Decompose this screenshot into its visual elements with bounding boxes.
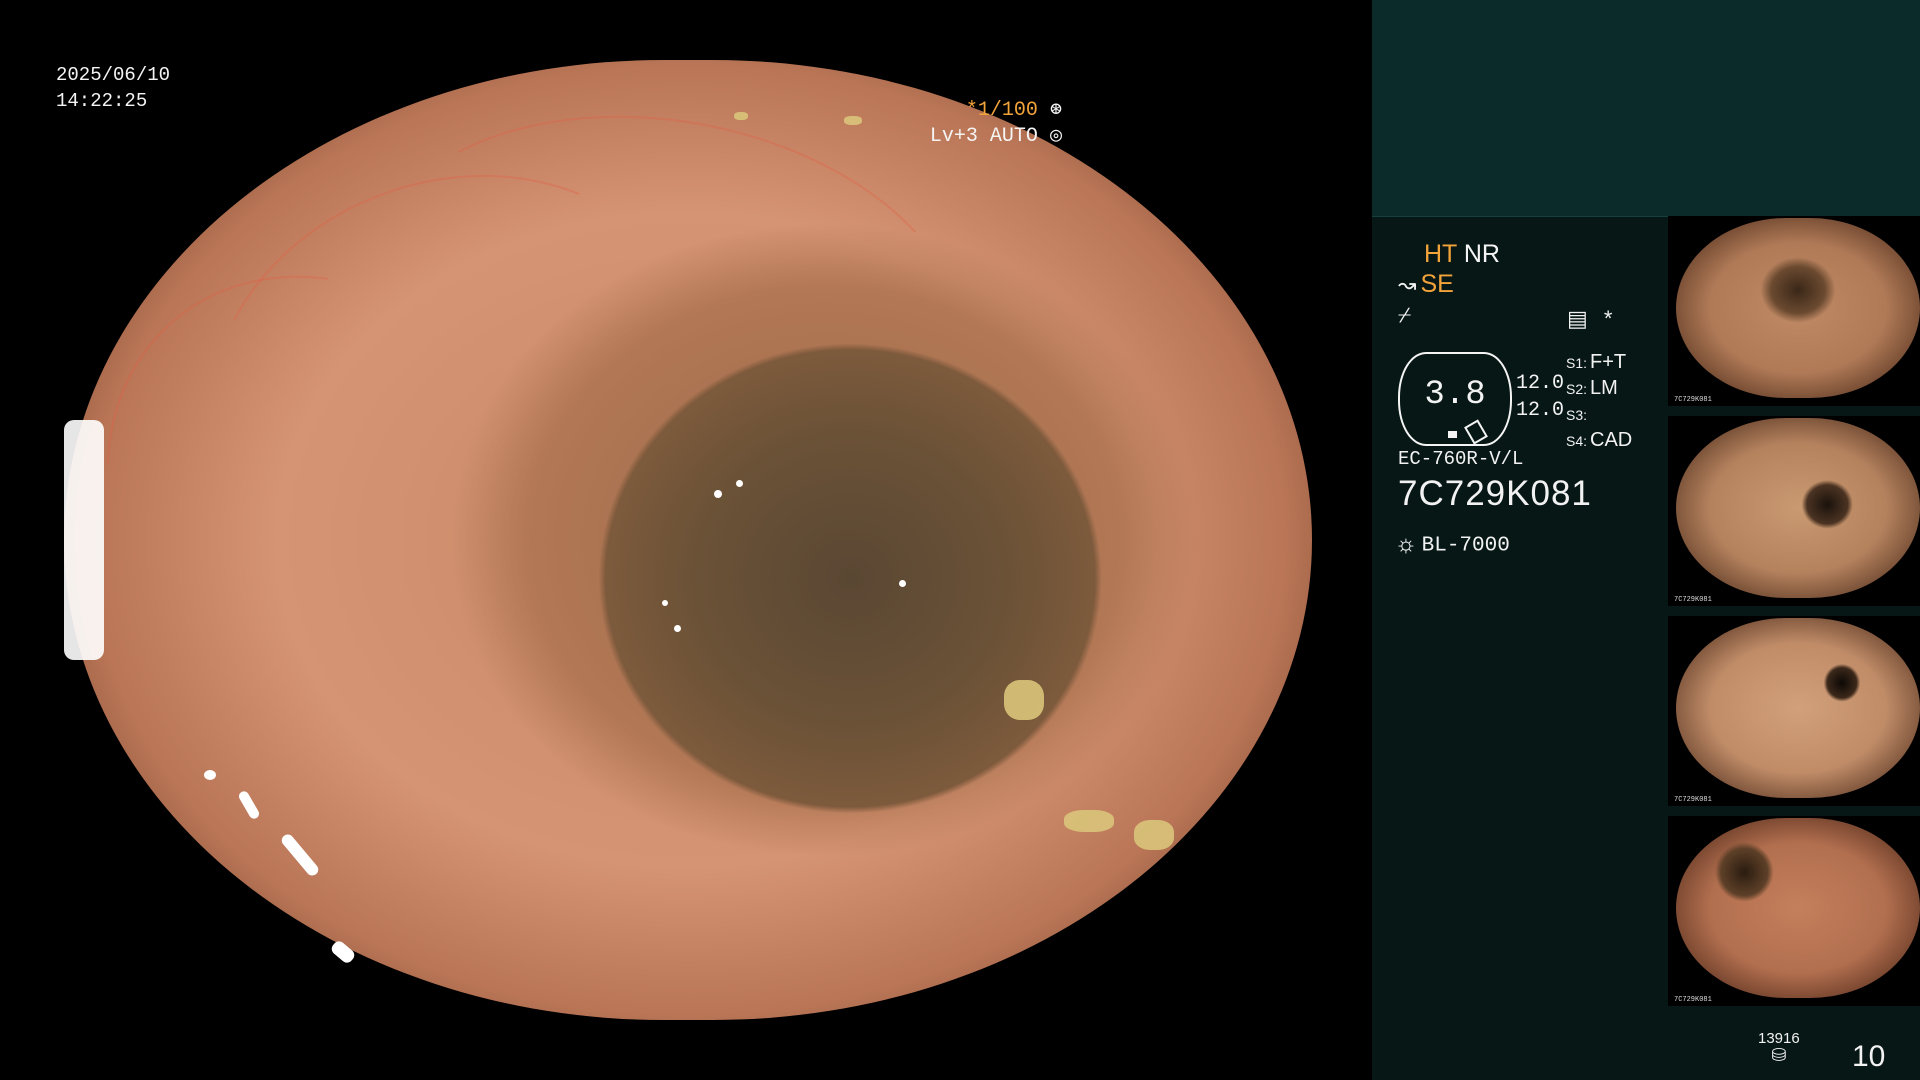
lens-value-2: 12.0 (1516, 399, 1565, 422)
side-panel: HT NR ↝ SE ⌿ ▤ * 3.8 12.0 12.0 S1: F+T S2:… (1372, 0, 1920, 1080)
storage-indicator: 13916 ⛁ (1758, 1030, 1800, 1065)
debris-spot (1004, 680, 1044, 720)
thumbnail-label: 7C729K081 (1674, 996, 1712, 1004)
specular-highlight (899, 580, 906, 587)
debris-spot (734, 112, 748, 120)
scope-serial: 7C729K081 (1398, 474, 1592, 513)
thumbnail-image (1676, 618, 1920, 798)
switch-row: S1: F+T (1566, 351, 1627, 373)
captured-thumbnail[interactable]: 7C729K081 (1668, 416, 1920, 606)
scope-model: EC-760R-V/L (1398, 448, 1524, 470)
switch-assignments: S1: F+T S2: LM S3: S4: CAD (1566, 350, 1632, 454)
endoscope-live-view: 2025/06/10 14:22:25 *1/100 ⊛ Lv+3 AUTO ◎ (0, 0, 1372, 1080)
date-time-display: 2025/06/10 14:22:25 (56, 62, 170, 114)
slash-icon: ⌿ (1398, 302, 1412, 327)
specular-highlight (714, 490, 722, 498)
shutter-speed: 1/100 (977, 99, 1038, 122)
endoscopic-image (64, 60, 1312, 1020)
captured-thumbnail[interactable]: 7C729K081 (1668, 816, 1920, 1006)
light-source-name: BL-7000 (1421, 534, 1510, 558)
captured-thumbnail[interactable]: 7C729K081 (1668, 216, 1920, 406)
patient-info-area (1372, 0, 1920, 217)
brightness-level: Lv+3 (929, 125, 978, 148)
thumbnail-label: 7C729K081 (1674, 596, 1712, 604)
se-indicator: SE (1420, 270, 1454, 298)
debris-spot (844, 116, 862, 125)
status-icons: ▤ * (1567, 306, 1612, 332)
lens-value: 3.8 (1424, 376, 1486, 414)
specular-highlight (204, 770, 216, 780)
shutter-prefix: * (965, 99, 978, 122)
specular-highlight (736, 480, 743, 487)
lens-indicator: 3.8 (1398, 352, 1512, 446)
lens-value-1: 12.0 (1516, 372, 1565, 395)
lens-values: 12.0 12.0 (1516, 370, 1564, 424)
image-counter: 10 (1852, 1040, 1886, 1073)
captured-thumbnail[interactable]: 7C729K081 (1668, 616, 1920, 806)
time-text: 14:22:25 (56, 90, 148, 112)
specular-highlight (674, 625, 681, 632)
iris-icon: ◎ (1049, 125, 1062, 148)
star-indicator: * (1603, 306, 1613, 331)
specular-highlight (237, 789, 261, 821)
processor-settings: HT NR ↝ SE ⌿ (1398, 240, 1658, 330)
thumbnail-label: 7C729K081 (1674, 796, 1712, 804)
ht-indicator: HT (1424, 240, 1457, 268)
thumbnail-strip: 7C729K081 7C729K081 7C729K081 7C729K081 (1668, 216, 1920, 1016)
tilde-icon: ↝ (1398, 272, 1417, 297)
thumbnail-image (1676, 218, 1920, 398)
specular-highlight (279, 831, 321, 879)
specular-highlight (64, 420, 104, 660)
database-icon: ⛁ (1771, 1045, 1787, 1065)
menu-box-icon: ▤ (1567, 306, 1588, 331)
thumbnail-image (1676, 818, 1920, 998)
debris-spot (1064, 810, 1114, 832)
lens-tab-icon (1464, 419, 1488, 445)
switch-row: S2: LM (1566, 377, 1618, 399)
debris-spot (1134, 820, 1174, 850)
switch-row: S4: CAD (1566, 429, 1633, 451)
exposure-display: *1/100 ⊛ Lv+3 AUTO ◎ (930, 98, 1062, 150)
nr-indicator: NR (1463, 240, 1500, 268)
switch-row: S3: (1566, 407, 1588, 423)
thumbnail-label: 7C729K081 (1674, 396, 1712, 404)
sun-icon: ☼ (1398, 530, 1414, 560)
specular-highlight (662, 600, 668, 606)
light-source: ☼ BL-7000 (1398, 530, 1510, 560)
date-text: 2025/06/10 (56, 64, 171, 86)
thumbnail-image (1676, 418, 1920, 598)
aperture-icon: ⊛ (1049, 99, 1062, 122)
specular-highlight (329, 938, 357, 966)
exposure-mode: AUTO (989, 125, 1038, 148)
lens-marker (1448, 431, 1457, 438)
